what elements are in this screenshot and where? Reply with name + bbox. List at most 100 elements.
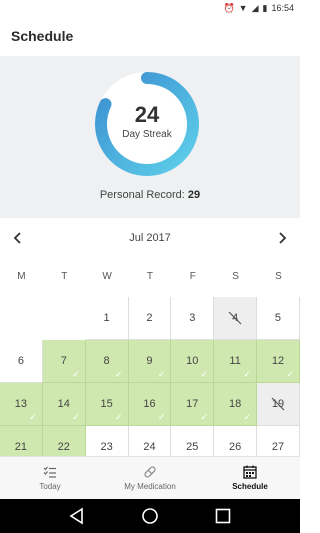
calendar-day[interactable]: 22✓: [42, 426, 86, 456]
tab-my-medication[interactable]: My Medication: [100, 457, 200, 499]
calendar-empty-cell: [42, 297, 86, 340]
calendar-day[interactable]: 15 ✓: [85, 383, 129, 426]
check-icon: ✓: [114, 369, 123, 379]
personal-record: Personal Record: 29: [0, 189, 300, 201]
day-number: 18: [229, 398, 242, 410]
check-icon: ✓: [200, 412, 209, 422]
day-number: 12: [271, 355, 285, 367]
day-number: 13: [14, 398, 28, 410]
streak-label: Day Streak: [122, 129, 172, 140]
calendar-day[interactable]: 12 ✓: [257, 340, 300, 383]
calendar-day[interactable]: 13 ✓: [0, 383, 43, 426]
calendar-day[interactable]: 3: [171, 297, 215, 340]
bottom-tab-bar: Today My Medication Schedule: [0, 456, 300, 499]
streak-panel: 24 Day Streak Personal Record: 29: [0, 56, 300, 218]
check-icon: ✓: [243, 412, 252, 422]
calendar-day[interactable]: 21✓: [0, 426, 43, 456]
calendar-day[interactable]: 5: [257, 297, 300, 340]
check-icon: ✓: [72, 412, 80, 422]
skipped-slash-icon: [228, 311, 242, 325]
calendar-day[interactable]: 6: [0, 340, 43, 383]
calendar-day[interactable]: 7 ✓: [42, 340, 86, 383]
page-title: Schedule: [11, 28, 74, 44]
tab-schedule[interactable]: Schedule: [200, 457, 300, 499]
check-icon: ✓: [157, 412, 166, 422]
chevron-left-icon: [13, 232, 21, 244]
checklist-icon: [43, 466, 56, 478]
calendar-icon: [243, 465, 257, 479]
day-number: 21: [14, 441, 28, 453]
day-number: 5: [274, 312, 282, 324]
day-number: 26: [229, 441, 242, 453]
wifi-icon: ▼: [238, 2, 248, 13]
check-icon: ✓: [200, 369, 209, 379]
calendar-day[interactable]: 17 ✓: [171, 383, 215, 426]
day-number: 10: [186, 355, 199, 367]
alarm-icon: ⏰: [223, 2, 235, 13]
calendar-day[interactable]: 14 ✓: [42, 383, 86, 426]
check-icon: ✓: [72, 369, 80, 379]
day-number: 23: [100, 441, 113, 453]
day-number: 17: [186, 398, 199, 410]
calendar-day[interactable]: 23: [85, 426, 129, 456]
calendar-day[interactable]: 9 ✓: [128, 340, 172, 383]
day-number: 27: [271, 441, 285, 453]
calendar-day[interactable]: 26: [214, 426, 258, 456]
battery-icon: ▮: [262, 2, 268, 13]
weekday-header: M T W T F S S: [0, 262, 300, 292]
skipped-slash-icon: [271, 397, 285, 411]
calendar-day[interactable]: 4: [214, 297, 258, 340]
calendar-day[interactable]: 1: [85, 297, 129, 340]
calendar-day[interactable]: 25: [171, 426, 215, 456]
app-bar: Schedule: [0, 16, 300, 56]
day-number: 16: [143, 398, 156, 410]
calendar-day[interactable]: 16 ✓: [128, 383, 172, 426]
calendar-empty-cell: [0, 297, 43, 340]
day-number: 1: [103, 312, 110, 324]
check-icon: ✓: [286, 369, 294, 379]
record-label: Personal Record:: [99, 189, 185, 201]
weekday-label: S: [275, 271, 282, 282]
calendar-day[interactable]: 8 ✓: [85, 340, 129, 383]
day-number: 25: [186, 441, 199, 453]
next-month-button[interactable]: [272, 228, 292, 248]
day-number: 24: [143, 441, 156, 453]
day-number: 14: [57, 398, 70, 410]
day-number: 3: [189, 312, 196, 324]
day-number: 15: [100, 398, 113, 410]
chevron-right-icon: [279, 232, 287, 244]
pill-icon: [144, 466, 156, 478]
tab-label: Today: [39, 482, 61, 491]
weekday-label: F: [189, 271, 196, 282]
weekday-label: T: [146, 271, 153, 282]
day-number: 2: [146, 312, 153, 324]
calendar-day[interactable]: 10 ✓: [171, 340, 215, 383]
home-icon[interactable]: [141, 507, 159, 525]
weekday-label: W: [102, 271, 112, 282]
check-icon: ✓: [114, 412, 123, 422]
tab-label: My Medication: [124, 482, 176, 491]
calendar-day[interactable]: 19: [257, 383, 300, 426]
check-icon: ✓: [29, 412, 37, 422]
signal-icon: ◢: [251, 2, 259, 13]
check-icon: ✓: [157, 369, 166, 379]
day-number: 9: [146, 355, 153, 367]
calendar-day[interactable]: 18 ✓: [214, 383, 258, 426]
calendar-day[interactable]: 2: [128, 297, 172, 340]
previous-month-button[interactable]: [8, 228, 28, 248]
calendar-day[interactable]: 27: [257, 426, 300, 456]
calendar-grid: 1234567✓8✓9✓10✓11✓12✓13✓14✓15✓16✓17✓18✓1…: [0, 297, 300, 456]
tab-today[interactable]: Today: [0, 457, 100, 499]
day-number: 11: [229, 355, 241, 367]
recents-icon[interactable]: [214, 507, 232, 525]
weekday-label: S: [232, 271, 239, 282]
month-label: Jul 2017: [129, 232, 171, 244]
status-bar: ⏰ ▼ ◢ ▮ 16:54: [0, 0, 300, 16]
status-time: 16:54: [271, 3, 294, 13]
day-number: 8: [103, 355, 110, 367]
day-number: 7: [60, 355, 67, 367]
calendar-day[interactable]: 24: [128, 426, 172, 456]
system-nav-bar: [0, 499, 300, 533]
calendar-day[interactable]: 11 ✓: [214, 340, 258, 383]
back-icon[interactable]: [68, 507, 86, 525]
